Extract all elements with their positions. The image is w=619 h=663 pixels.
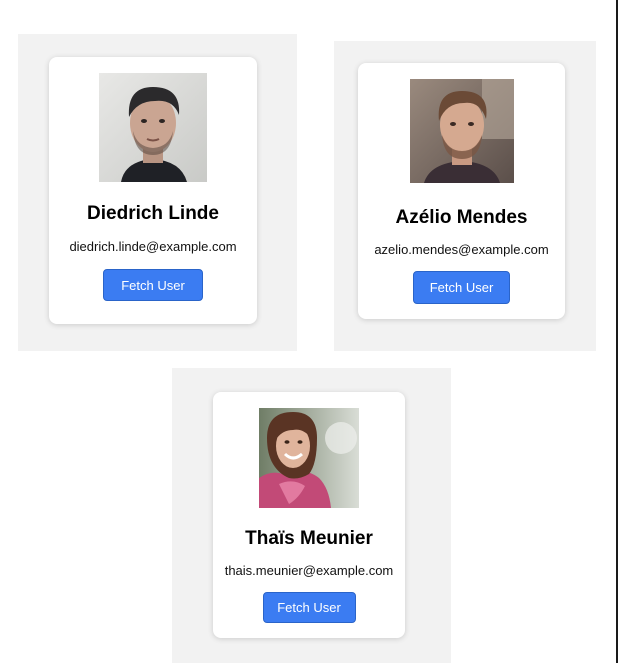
user-avatar-photo bbox=[259, 408, 359, 508]
user-panel: Azélio Mendes azelio.mendes@example.com … bbox=[334, 41, 596, 351]
user-name: Azélio Mendes bbox=[395, 207, 528, 228]
user-name: Diedrich Linde bbox=[87, 203, 219, 224]
user-panel: Thaïs Meunier thais.meunier@example.com … bbox=[172, 368, 451, 663]
user-card: Diedrich Linde diedrich.linde@example.co… bbox=[49, 57, 257, 324]
fetch-user-button[interactable]: Fetch User bbox=[413, 271, 510, 304]
user-avatar-photo bbox=[99, 73, 207, 182]
user-email: diedrich.linde@example.com bbox=[69, 239, 237, 254]
user-card: Azélio Mendes azelio.mendes@example.com … bbox=[358, 63, 565, 319]
window-edge-divider bbox=[616, 0, 618, 663]
user-panel: Diedrich Linde diedrich.linde@example.co… bbox=[18, 34, 297, 351]
page: Diedrich Linde diedrich.linde@example.co… bbox=[0, 0, 619, 663]
user-card: Thaïs Meunier thais.meunier@example.com … bbox=[213, 392, 405, 638]
user-email: azelio.mendes@example.com bbox=[374, 242, 549, 257]
fetch-user-button[interactable]: Fetch User bbox=[103, 269, 203, 301]
user-email: thais.meunier@example.com bbox=[224, 563, 394, 578]
user-avatar-photo bbox=[409, 79, 514, 183]
user-name: Thaïs Meunier bbox=[245, 528, 373, 549]
fetch-user-button[interactable]: Fetch User bbox=[262, 592, 356, 623]
